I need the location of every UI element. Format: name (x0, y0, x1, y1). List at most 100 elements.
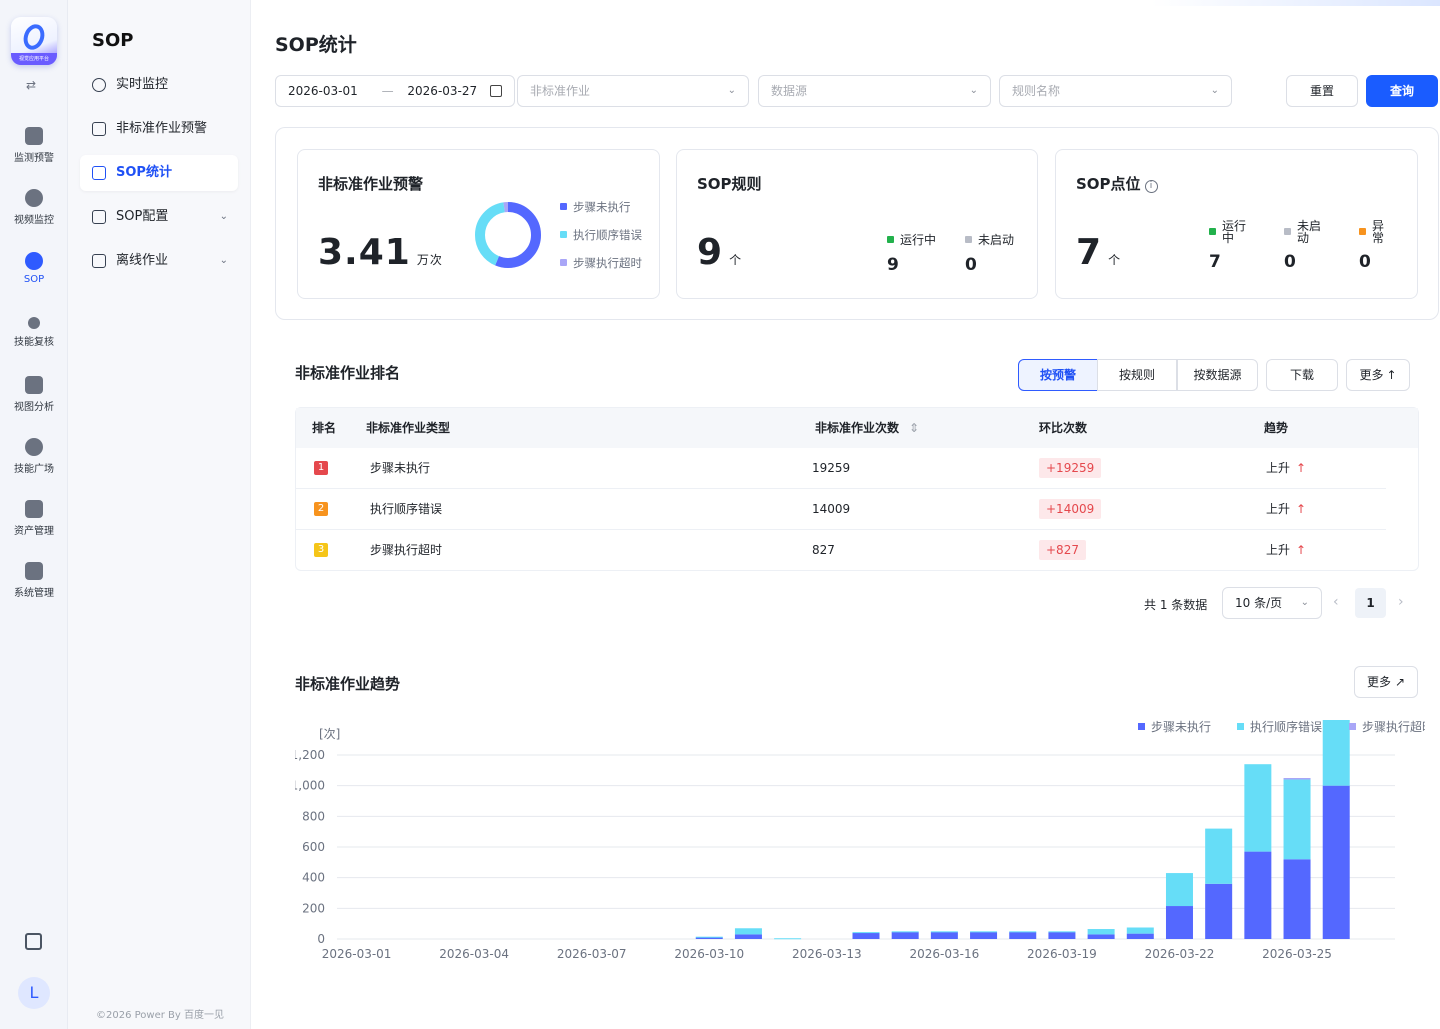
kpi-value: 3.41 万次 (318, 232, 443, 273)
trend-title: 非标准作业趋势 (295, 675, 401, 693)
rail-item-sop[interactable]: SOP (0, 252, 68, 285)
kpi-card-rules: SOP规则 9个 运行中 9 未启动 0 (676, 149, 1038, 299)
next-page-icon[interactable]: › (1398, 594, 1404, 610)
alerts-unit: 万次 (416, 253, 443, 267)
bar-segment (1205, 883, 1233, 939)
date-start: 2026-03-01 (288, 84, 358, 98)
rail-label: 资产管理 (14, 526, 54, 537)
menu-title: SOP (92, 30, 134, 51)
y-tick-label: 0 (317, 932, 325, 946)
bar-segment (1244, 851, 1272, 939)
table-row: 1 步骤未执行 19259 +19259 上升 ↑ (296, 448, 1386, 489)
reset-button[interactable]: 重置 (1286, 75, 1358, 107)
menu-item-sop-stats[interactable]: SOP统计 (80, 155, 238, 191)
rail-item-video[interactable]: 视频监控 (0, 189, 68, 226)
logo-ring-icon (20, 21, 48, 53)
stat-label: 未启动 (978, 233, 1015, 247)
bar-segment (1048, 931, 1076, 933)
rail-item-skill-review[interactable]: 技能复核 (0, 314, 68, 348)
menu-label: 离线作业 (116, 253, 169, 268)
trend-label: 上升 (1266, 502, 1291, 516)
stats-icon (92, 166, 106, 180)
stat-value: 7 (1209, 252, 1221, 272)
trend-cell: 上升 ↑ (1266, 489, 1306, 529)
menu-label: 非标准作业预警 (116, 121, 208, 136)
x-tick-label: 2026-03-22 (1145, 947, 1215, 961)
x-tick-label: 2026-03-01 (322, 947, 392, 961)
rule-placeholder: 规则名称 (1012, 84, 1061, 98)
kpi-panel: 非标准作业预警 3.41 万次 步骤未执行 执行顺序错误 步骤执行超时 SOP规则… (275, 127, 1439, 320)
bar-segment (734, 934, 762, 939)
table-row: 3 步骤执行超时 827 +827 上升 ↑ (296, 530, 1386, 571)
bar-segment (1322, 785, 1350, 939)
trend-label: 上升 (1266, 543, 1291, 557)
stat-value: 0 (1284, 252, 1296, 272)
query-button[interactable]: 查询 (1366, 75, 1438, 107)
arrow-up-right-icon: ↗ (1394, 675, 1406, 689)
trend-more-button[interactable]: 更多 ↗ (1354, 666, 1418, 698)
source-select[interactable]: 数据源 ⌄ (758, 75, 991, 107)
rail-item-monitor-alert[interactable]: 监测预警 (0, 127, 68, 164)
stat-label: 异常 (1372, 219, 1385, 245)
col-delta: 环比次数 (1039, 421, 1088, 435)
schedule-icon[interactable] (25, 933, 42, 950)
menu-item-realtime[interactable]: 实时监控 (80, 67, 238, 103)
bar-segment (1126, 933, 1154, 939)
chevron-down-icon: ⌄ (219, 255, 228, 266)
circles-icon (25, 438, 43, 456)
x-tick-label: 2026-03-10 (674, 947, 744, 961)
bar-segment (1009, 932, 1037, 939)
bar-segment (1048, 932, 1076, 939)
icon-rail: 视觉应用平台 ⇄ 监测预警 视频监控 SOP 技能复核 视图分析 技能广场 资产… (0, 0, 68, 1029)
sort-icon[interactable]: ⇕ (909, 421, 919, 435)
calendar-icon (490, 85, 502, 97)
bar-segment (852, 932, 880, 939)
rail-item-system[interactable]: 系统管理 (0, 562, 68, 599)
avatar[interactable]: L (18, 977, 50, 1009)
tab-by-alert[interactable]: 按预警 (1018, 359, 1098, 391)
bar-segment (695, 936, 723, 938)
rules-unit: 个 (729, 253, 743, 267)
page-size-select[interactable]: 10 条/页 ⌄ (1222, 587, 1322, 619)
rail-toggle-icon[interactable]: ⇄ (26, 78, 36, 92)
rail-label: 监测预警 (14, 153, 54, 164)
x-tick-label: 2026-03-19 (1027, 947, 1097, 961)
bar-segment (1126, 927, 1154, 934)
points-value: 7 (1076, 232, 1103, 273)
date-range-picker[interactable]: 2026-03-01 — 2026-03-27 (275, 75, 515, 107)
status-dot (1359, 228, 1366, 235)
type-select[interactable]: 非标准作业 ⌄ (517, 75, 749, 107)
rank-badge: 1 (314, 461, 328, 475)
rule-select[interactable]: 规则名称 ⌄ (999, 75, 1232, 107)
bar-segment (1165, 906, 1193, 939)
col-count[interactable]: 非标准作业次数 ⇕ (815, 408, 919, 448)
menu-item-offline[interactable]: 离线作业 ⌄ (80, 243, 238, 279)
x-tick-label: 2026-03-04 (439, 947, 509, 961)
app-logo[interactable]: 视觉应用平台 (11, 17, 57, 65)
rail-item-assets[interactable]: 资产管理 (0, 500, 68, 537)
stat-label: 运行中 (900, 233, 937, 247)
rules-running: 运行中 9 (887, 231, 937, 275)
legend-label: 步骤执行超时 (573, 256, 642, 270)
download-button[interactable]: 下载 (1266, 359, 1338, 391)
camera-icon (25, 189, 43, 207)
info-icon[interactable]: i (1144, 180, 1158, 193)
menu-item-alert[interactable]: 非标准作业预警 (80, 111, 238, 147)
menu-item-sop-config[interactable]: SOP配置 ⌄ (80, 199, 238, 235)
rail-item-skill-plaza[interactable]: 技能广场 (0, 438, 68, 475)
bar-segment (970, 932, 998, 939)
legend-label: 执行顺序错误 (1250, 720, 1322, 734)
rail-item-view-analysis[interactable]: 视图分析 (0, 376, 68, 413)
count-cell: 827 (812, 543, 835, 557)
more-button[interactable]: 更多 ↑ (1346, 359, 1410, 391)
stat-label: 未启动 (1297, 219, 1322, 245)
page-number[interactable]: 1 (1355, 588, 1386, 618)
rail-label: 技能广场 (14, 464, 54, 475)
bar-segment (1283, 859, 1311, 939)
tab-by-rule[interactable]: 按规则 (1097, 359, 1177, 391)
trend-cell: 上升 ↑ (1266, 530, 1306, 570)
tab-by-source[interactable]: 按数据源 (1177, 359, 1258, 391)
chart-icon (25, 127, 43, 145)
prev-page-icon[interactable]: ‹ (1333, 594, 1339, 610)
more-label: 更多 (1359, 368, 1384, 382)
